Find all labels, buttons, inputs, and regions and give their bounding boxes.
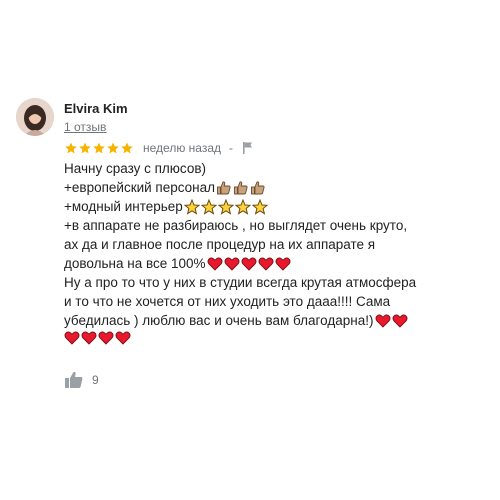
star-icon xyxy=(92,141,106,155)
review-line: довольна на все 100% xyxy=(64,254,484,273)
thumbs-up-emoji xyxy=(216,180,232,196)
review-line: ах да и главное после процедур на их апп… xyxy=(64,237,376,252)
star-icon xyxy=(78,141,92,155)
star-emoji xyxy=(200,198,217,215)
thumbs-up-emoji xyxy=(233,180,249,196)
like-count: 9 xyxy=(92,373,99,387)
review-time: неделю назад xyxy=(143,141,221,155)
star-emoji xyxy=(217,198,234,215)
heart-emoji xyxy=(241,256,257,272)
review-line: +модный интерьер xyxy=(64,197,484,216)
heart-emoji xyxy=(98,330,114,346)
heart-emoji xyxy=(224,256,240,272)
heart-emoji xyxy=(64,330,80,346)
reviews-count-link[interactable]: 1 отзыв xyxy=(64,120,106,134)
review-line: +европейский персонал xyxy=(64,178,484,197)
heart-emoji-group xyxy=(207,256,292,272)
heart-emoji xyxy=(375,313,391,329)
review-line: Начну сразу с плюсов) xyxy=(64,161,206,176)
star-emoji xyxy=(251,198,268,215)
avatar[interactable] xyxy=(16,98,54,136)
meta-separator: - xyxy=(229,141,233,155)
review-line: убедилась ) люблю вас и очень вам благод… xyxy=(64,311,484,330)
like-section: 9 xyxy=(64,370,99,390)
heart-emoji xyxy=(258,256,274,272)
review-meta: неделю назад - xyxy=(64,140,254,156)
review-line: и то что не хочется от них уходить это д… xyxy=(64,294,391,309)
review-line xyxy=(64,330,484,346)
heart-emoji xyxy=(275,256,291,272)
review-line: Ну а про то что у них в студии всегда кр… xyxy=(64,275,417,290)
star-emoji-group xyxy=(183,198,269,215)
star-icon xyxy=(106,141,120,155)
rating-stars xyxy=(64,141,134,155)
thumbs-up-emoji xyxy=(250,180,266,196)
thumbs-up-icon[interactable] xyxy=(64,370,84,390)
thumbs-up-emoji-group xyxy=(216,180,267,196)
author-name[interactable]: Elvira Kim xyxy=(64,101,128,116)
star-emoji xyxy=(183,198,200,215)
heart-emoji xyxy=(207,256,223,272)
review-text: Начну сразу с плюсов) +европейский персо… xyxy=(64,159,484,346)
review-line: +в аппарате не разбираюсь , но выглядет … xyxy=(64,218,408,233)
star-emoji xyxy=(234,198,251,215)
flag-icon[interactable] xyxy=(242,141,254,155)
heart-emoji xyxy=(115,330,131,346)
heart-emoji xyxy=(81,330,97,346)
heart-emoji-group xyxy=(64,330,132,346)
heart-emoji-group xyxy=(375,313,409,329)
star-icon xyxy=(120,141,134,155)
star-icon xyxy=(64,141,78,155)
heart-emoji xyxy=(392,313,408,329)
